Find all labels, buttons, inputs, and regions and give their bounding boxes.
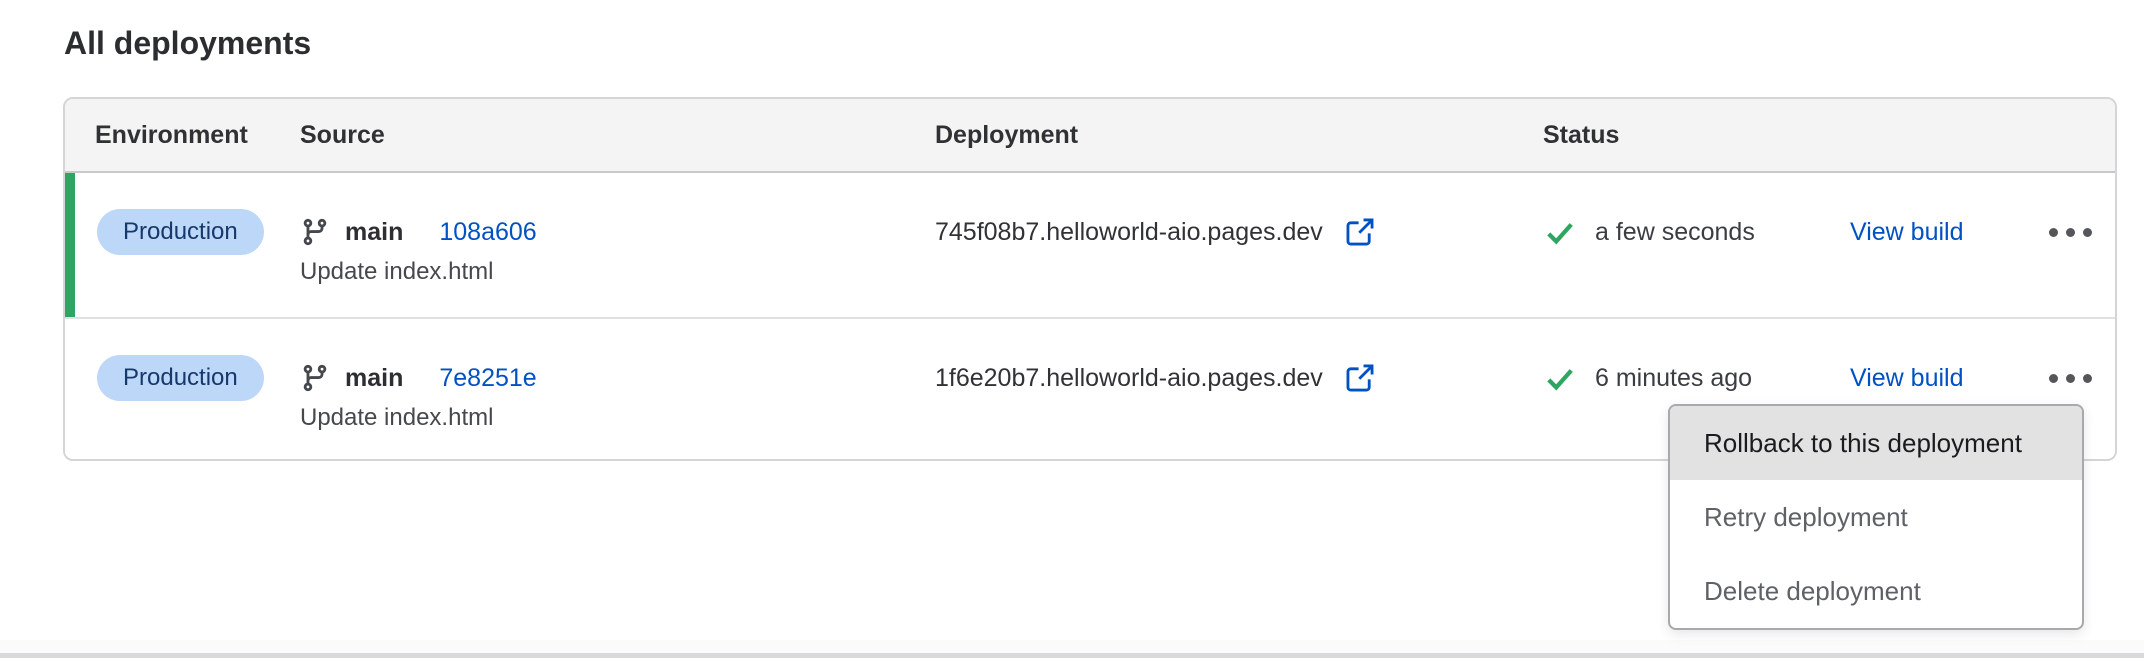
- check-icon: [1543, 363, 1577, 393]
- view-build-link[interactable]: View build: [1850, 210, 1964, 254]
- external-link-icon[interactable]: [1343, 361, 1377, 395]
- environment-badge: Production: [97, 209, 264, 255]
- footer-divider: [0, 653, 2144, 658]
- environment-badge: Production: [97, 355, 264, 401]
- status-time: a few seconds: [1595, 218, 1755, 247]
- footer-band: [0, 640, 2144, 653]
- commit-link[interactable]: 108a606: [439, 218, 536, 247]
- context-menu: Rollback to this deployment Retry deploy…: [1668, 404, 2084, 630]
- current-deployment-indicator: [65, 173, 75, 317]
- deployment-url: 745f08b7.helloworld-aio.pages.dev: [935, 218, 1323, 247]
- table-header: Environment Source Deployment Status: [65, 99, 2115, 173]
- menu-item-rollback[interactable]: Rollback to this deployment: [1670, 406, 2082, 480]
- source-cell: main 108a606: [300, 210, 537, 254]
- page-title: All deployments: [64, 22, 311, 64]
- column-header-status: Status: [1543, 99, 1619, 171]
- deployment-row: Production main 108a606 Update index.htm…: [65, 173, 2115, 319]
- branch-name: main: [345, 218, 403, 247]
- menu-item-delete[interactable]: Delete deployment: [1670, 554, 2082, 628]
- git-branch-icon: [300, 217, 330, 247]
- column-header-deployment: Deployment: [935, 99, 1078, 171]
- deployments-page: All deployments Environment Source Deplo…: [0, 0, 2144, 662]
- kebab-menu-button[interactable]: [2037, 210, 2103, 254]
- deployment-cell: 745f08b7.helloworld-aio.pages.dev: [935, 210, 1377, 254]
- commit-link[interactable]: 7e8251e: [439, 364, 536, 393]
- column-header-source: Source: [300, 99, 385, 171]
- git-branch-icon: [300, 363, 330, 393]
- check-icon: [1543, 217, 1577, 247]
- external-link-icon[interactable]: [1343, 215, 1377, 249]
- kebab-menu-button[interactable]: [2037, 356, 2103, 400]
- menu-item-retry[interactable]: Retry deployment: [1670, 480, 2082, 554]
- status-time: 6 minutes ago: [1595, 364, 1752, 393]
- status-cell: 6 minutes ago: [1543, 356, 1752, 400]
- status-cell: a few seconds: [1543, 210, 1755, 254]
- deployment-cell: 1f6e20b7.helloworld-aio.pages.dev: [935, 356, 1377, 400]
- commit-message: Update index.html: [300, 257, 493, 287]
- column-header-environment: Environment: [95, 99, 248, 171]
- source-cell: main 7e8251e: [300, 356, 537, 400]
- view-build-link[interactable]: View build: [1850, 356, 1964, 400]
- commit-message: Update index.html: [300, 403, 493, 433]
- deployment-url: 1f6e20b7.helloworld-aio.pages.dev: [935, 364, 1323, 393]
- branch-name: main: [345, 364, 403, 393]
